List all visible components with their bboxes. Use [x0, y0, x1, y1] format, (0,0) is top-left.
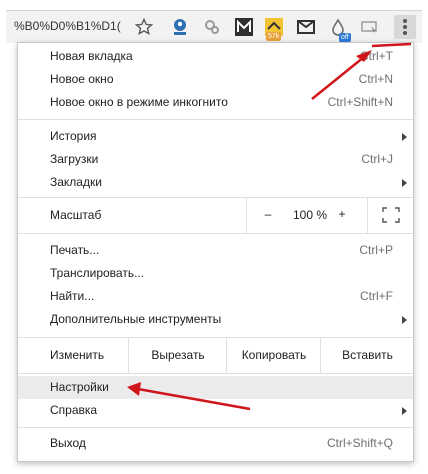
menu-item-settings[interactable]: Настройки [18, 376, 413, 399]
menu-divider [18, 373, 413, 374]
submenu-arrow-icon [402, 179, 407, 187]
edit-label: Изменить [50, 348, 105, 362]
menu-item-shortcut: Ctrl+J [361, 152, 393, 166]
zoom-label: Масштаб [50, 208, 102, 222]
menu-item-label: Найти... [50, 289, 95, 303]
menu-item-shortcut: Ctrl+P [359, 243, 393, 257]
menu-item-new-window[interactable]: Новое окно Ctrl+N [18, 68, 413, 91]
menu-item-bookmarks[interactable]: Закладки [18, 171, 413, 194]
menu-divider [18, 119, 413, 120]
menu-item-label: Настройки [50, 380, 109, 394]
menu-item-shortcut: Ctrl+Shift+N [327, 95, 393, 109]
star-icon[interactable] [134, 17, 154, 37]
zoom-in-button[interactable]: + [335, 207, 349, 221]
badge-count: 57k [266, 32, 282, 41]
menu-item-help[interactable]: Справка [18, 399, 413, 422]
extension-mail-icon[interactable] [296, 17, 316, 37]
menu-item-label: Новая вкладка [50, 49, 133, 63]
menu-divider [18, 233, 413, 234]
menu-item-downloads[interactable]: Загрузки Ctrl+J [18, 148, 413, 171]
zoom-out-button[interactable]: – [261, 207, 275, 221]
menu-item-label: Загрузки [50, 152, 99, 166]
more-menu-button[interactable] [394, 15, 416, 39]
copy-button[interactable]: Копировать [226, 337, 321, 373]
menu-item-shortcut: Ctrl+Shift+Q [326, 436, 393, 450]
menu-item-label: Транслировать... [50, 266, 145, 280]
zoom-controls: – 100 % + [246, 197, 414, 233]
menu-item-label: Справка [50, 403, 98, 417]
browser-toolbar: %B0%D0%B1%D1( 57k off [6, 10, 422, 43]
menu-item-label: Дополнительные инструменты [50, 312, 222, 326]
menu-item-more-tools[interactable]: Дополнительные инструменты [18, 308, 413, 331]
chrome-main-menu: Новая вкладка Ctrl+T Новое окно Ctrl+N Н… [17, 42, 414, 462]
submenu-arrow-icon [402, 407, 407, 415]
zoom-row: Масштаб – 100 % + [18, 197, 413, 233]
dot-icon [403, 31, 407, 35]
extension-m-icon[interactable] [234, 17, 254, 37]
menu-item-label: Новое окно [50, 72, 114, 86]
extension-cursor-icon[interactable] [360, 17, 380, 37]
menu-item-find[interactable]: Найти... Ctrl+F [18, 285, 413, 308]
menu-item-label: Новое окно в режиме инкогнито [50, 95, 228, 109]
submenu-arrow-icon [402, 133, 407, 141]
submenu-arrow-icon [402, 316, 407, 324]
menu-item-label: Выход [50, 436, 86, 450]
menu-item-cast[interactable]: Транслировать... [18, 262, 413, 285]
fullscreen-icon [382, 207, 400, 223]
menu-item-label: История [50, 129, 97, 143]
extension-gears-icon[interactable] [202, 17, 222, 37]
fullscreen-button[interactable] [367, 197, 415, 233]
address-bar-text[interactable]: %B0%D0%B1%D1( [14, 19, 132, 33]
extension-person-icon[interactable] [170, 17, 190, 37]
zoom-level: 100 % [293, 208, 328, 222]
menu-divider [18, 427, 413, 428]
edit-row: Изменить Вырезать Копировать Вставить [18, 337, 413, 373]
paste-button[interactable]: Вставить [320, 337, 414, 373]
menu-item-shortcut: Ctrl+F [360, 289, 393, 303]
menu-item-shortcut: Ctrl+T [360, 49, 393, 63]
menu-item-history[interactable]: История [18, 125, 413, 148]
menu-item-label: Печать... [50, 243, 100, 257]
menu-item-exit[interactable]: Выход Ctrl+Shift+Q [18, 432, 413, 455]
menu-item-shortcut: Ctrl+N [358, 72, 393, 86]
dot-icon [403, 25, 407, 29]
cut-button[interactable]: Вырезать [128, 337, 227, 373]
menu-item-label: Закладки [50, 175, 102, 189]
dot-icon [403, 19, 407, 23]
menu-item-print[interactable]: Печать... Ctrl+P [18, 239, 413, 262]
menu-item-incognito[interactable]: Новое окно в режиме инкогнито Ctrl+Shift… [18, 91, 413, 114]
badge-off: off [339, 33, 351, 42]
menu-item-new-tab[interactable]: Новая вкладка Ctrl+T [18, 45, 413, 68]
